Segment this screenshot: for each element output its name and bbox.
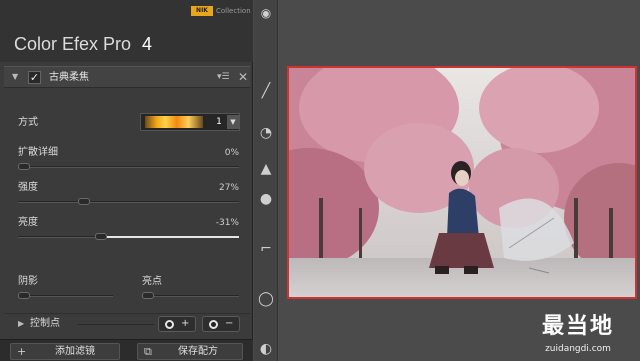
- highlights-slider-thumb[interactable]: [142, 292, 154, 299]
- triangle-down-icon[interactable]: ▼: [12, 72, 18, 81]
- nik-logo: NIK: [191, 6, 213, 16]
- recipe-icon: ⧉: [144, 345, 152, 358]
- diffuse-slider[interactable]: [18, 163, 239, 170]
- strength-label: 强度: [18, 182, 38, 193]
- chevron-down-icon[interactable]: ▼: [227, 115, 239, 129]
- method-select[interactable]: 1 ▼: [140, 113, 240, 131]
- app-title: Color Efex Pro: [14, 34, 132, 54]
- highlights-slider[interactable]: [142, 292, 239, 299]
- save-recipe-button[interactable]: ⧉ 保存配方: [137, 343, 243, 360]
- control-point-icon: [165, 320, 174, 329]
- panel-footer: + 添加滤镜 ⧉ 保存配方: [0, 339, 253, 361]
- strength-slider[interactable]: [18, 198, 239, 205]
- filter-name: 古典柔焦: [49, 72, 89, 83]
- tool-strip: ◉ ╱ ◔ ▲ ● ⌐ ◯ ◐: [254, 0, 278, 361]
- diffuse-label: 扩散详细: [18, 147, 58, 158]
- bracket-icon[interactable]: ⌐: [257, 240, 275, 258]
- preview-photo[interactable]: [287, 66, 637, 299]
- shadows-slider[interactable]: [18, 292, 113, 299]
- control-points-row: ▶ 控制点 + −: [4, 313, 250, 333]
- strength-slider-thumb[interactable]: [77, 198, 90, 205]
- eye-icon[interactable]: ◉: [257, 4, 275, 22]
- filter-enable-checkbox[interactable]: ✓: [28, 71, 41, 84]
- preview-canvas[interactable]: [279, 0, 640, 361]
- remove-control-point-button[interactable]: −: [202, 316, 240, 332]
- strength-value: 27%: [218, 183, 239, 193]
- filter-panel: NIK Collection Color Efex Pro 4 ▼ ✓ 古典柔焦…: [0, 0, 253, 361]
- add-filter-label: 添加滤镜: [55, 346, 95, 357]
- triangle-icon[interactable]: ▲: [257, 160, 275, 178]
- add-filter-button[interactable]: + 添加滤镜: [10, 343, 120, 360]
- diffuse-value: 0%: [224, 148, 239, 158]
- pen-icon[interactable]: ╱: [257, 82, 275, 100]
- brightness-label: 亮度: [18, 217, 38, 228]
- nik-collection-text: Collection: [216, 7, 251, 15]
- watermark-url: zuidangdi.com: [545, 344, 611, 354]
- minus-icon: −: [225, 318, 234, 329]
- diffuse-slider-thumb[interactable]: [18, 163, 30, 170]
- shadows-slider-thumb[interactable]: [18, 292, 30, 299]
- filter-header[interactable]: ▼ ✓ 古典柔焦 ▾☰ ✕: [4, 66, 250, 88]
- control-points-label: 控制点: [30, 318, 60, 329]
- menu-icon[interactable]: ▾☰: [217, 72, 230, 82]
- method-value: 1: [216, 117, 222, 127]
- plus-icon: +: [17, 345, 27, 358]
- watermark-title: 最当地: [541, 314, 614, 339]
- brightness-slider[interactable]: [18, 233, 239, 240]
- shadows-label: 阴影: [18, 276, 38, 287]
- save-recipe-label: 保存配方: [178, 346, 218, 357]
- photo-image: [289, 68, 635, 297]
- method-label: 方式: [18, 117, 38, 128]
- panel-header: NIK Collection Color Efex Pro 4: [0, 0, 253, 62]
- site-watermark: 最当地 zuidangdi.com: [520, 312, 636, 358]
- circle-icon[interactable]: ◔: [257, 124, 275, 142]
- triangle-right-icon[interactable]: ▶: [18, 319, 24, 328]
- circle-icon[interactable]: ◯: [257, 290, 275, 308]
- circle-icon[interactable]: ◐: [257, 340, 275, 358]
- control-point-icon: [209, 320, 218, 329]
- close-icon[interactable]: ✕: [238, 70, 248, 84]
- user-icon[interactable]: ●: [257, 190, 275, 208]
- brightness-slider-fill: [107, 236, 239, 238]
- app-version: 4: [142, 34, 153, 54]
- brightness-value: -31%: [215, 218, 239, 228]
- add-control-point-button[interactable]: +: [158, 316, 196, 332]
- plus-icon: +: [181, 318, 190, 329]
- brightness-slider-thumb[interactable]: [95, 233, 108, 240]
- highlights-label: 亮点: [142, 276, 162, 287]
- divider: [78, 324, 154, 325]
- method-preview-swatch: [145, 116, 203, 128]
